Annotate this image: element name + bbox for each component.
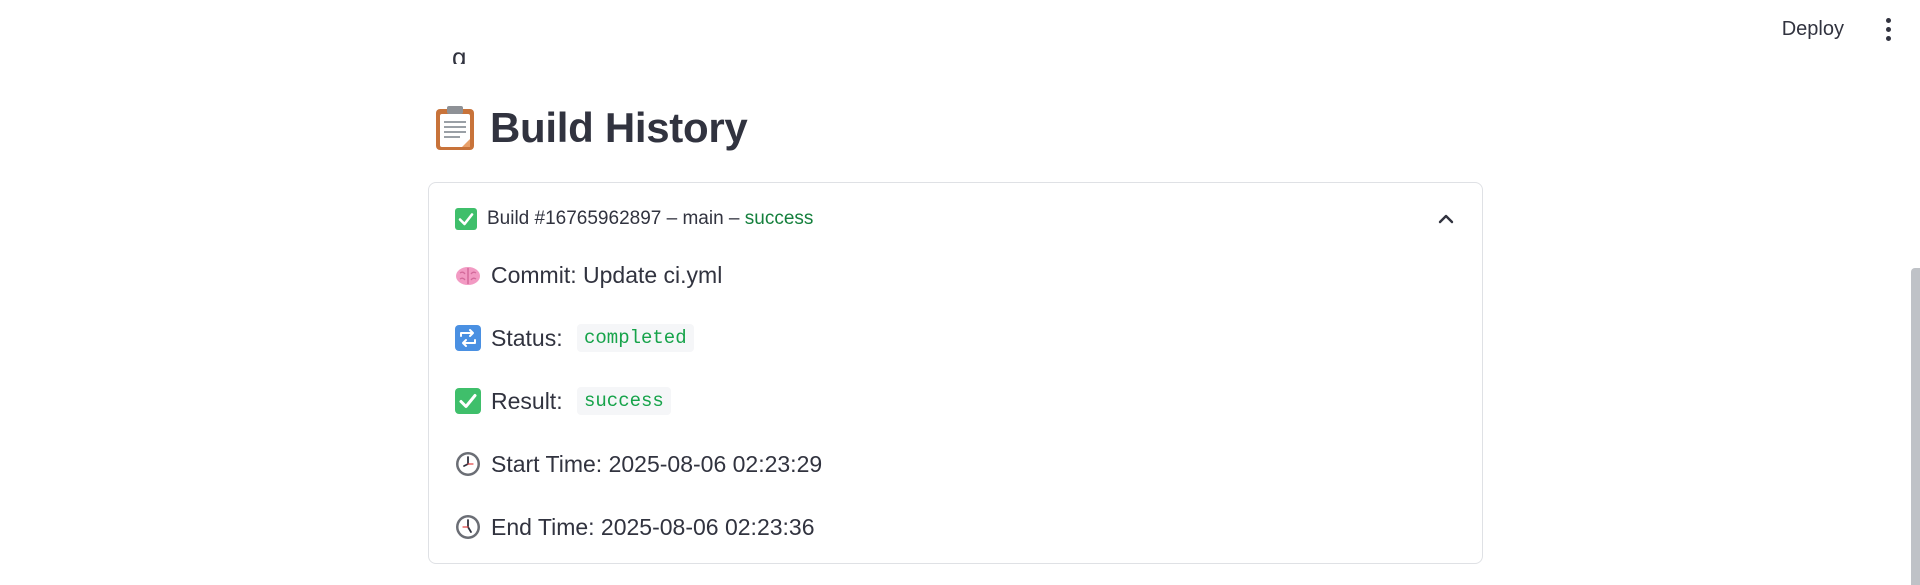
vertical-dots-icon[interactable] — [1878, 15, 1898, 43]
detail-label: Status: — [491, 324, 569, 351]
result-code-chip: success — [576, 387, 671, 415]
check-box-icon — [455, 208, 477, 230]
build-title: Build #16765962897 – main – success — [487, 208, 813, 230]
brain-icon — [456, 267, 480, 285]
status-code-chip: completed — [576, 324, 694, 352]
app-page: Deploy g Build History Build #1676596289… — [0, 0, 1920, 585]
detail-row-start-time: Start Time: 2025-08-06 02:23:29 — [455, 444, 1456, 484]
detail-label: Commit: Update ci.yml — [491, 261, 723, 288]
detail-row-status: Status: completed — [455, 318, 1456, 358]
detail-label: Result: — [491, 387, 569, 414]
clipped-previous-text: g — [452, 44, 467, 64]
check-box-icon — [455, 388, 481, 414]
deploy-button[interactable]: Deploy — [1772, 12, 1854, 47]
page-title: Build History — [490, 104, 748, 151]
detail-label: End Time: 2025-08-06 02:23:36 — [491, 513, 815, 540]
detail-label: Start Time: 2025-08-06 02:23:29 — [491, 450, 823, 477]
clock-icon — [456, 515, 480, 539]
section-heading: Build History — [434, 104, 748, 152]
expander-body: Commit: Update ci.yml Status: completed … — [455, 255, 1456, 570]
build-status-word: success — [744, 208, 814, 229]
build-expander: Build #16765962897 – main – success Comm… — [428, 182, 1483, 564]
clock-icon — [456, 452, 480, 476]
page-scrollbar[interactable] — [1911, 268, 1920, 585]
repeat-icon — [455, 325, 481, 351]
detail-row-commit: Commit: Update ci.yml — [455, 255, 1456, 295]
clipboard-icon — [436, 106, 474, 150]
top-toolbar: Deploy — [1772, 0, 1920, 58]
detail-row-result: Result: success — [455, 381, 1456, 421]
expander-header[interactable]: Build #16765962897 – main – success — [455, 203, 1456, 235]
detail-row-end-time: End Time: 2025-08-06 02:23:36 — [455, 507, 1456, 547]
build-title-prefix: Build #16765962897 – main – — [487, 208, 745, 229]
chevron-up-icon[interactable] — [1436, 209, 1456, 229]
